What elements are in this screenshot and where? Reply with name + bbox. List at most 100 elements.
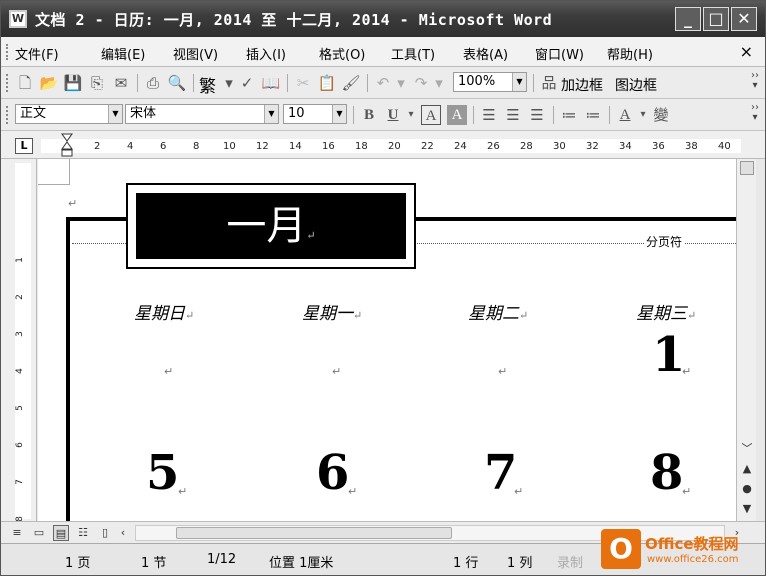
separator	[193, 74, 194, 92]
separator	[137, 74, 138, 92]
close-button[interactable]: ✕	[731, 7, 757, 31]
vertical-ruler-label: 5	[14, 405, 25, 411]
phonetic-guide-button[interactable]: 變	[651, 105, 671, 125]
scroll-down-icon[interactable]: ﹀	[739, 441, 755, 457]
vertical-scrollbar[interactable]: ﹀ ▲ ● ▼	[736, 159, 756, 521]
ruler-tick-label: 6	[160, 141, 167, 152]
numbering-icon[interactable]: ≔	[559, 105, 579, 125]
font-color-button[interactable]: A	[615, 105, 635, 125]
day-number[interactable]: 8	[650, 445, 683, 501]
day-number[interactable]: 5	[146, 445, 179, 501]
vertical-ruler[interactable]: 12345678	[1, 159, 37, 522]
undo-icon[interactable]: ↶	[373, 73, 393, 93]
bold-button[interactable]: B	[359, 105, 379, 125]
traditional-chinese-button[interactable]: 繁	[199, 72, 216, 97]
day-number[interactable]: 7	[484, 445, 517, 501]
menu-view[interactable]: 视图(V)	[173, 44, 218, 63]
redo-icon[interactable]: ↷	[411, 73, 431, 93]
character-border-button[interactable]: A	[421, 105, 441, 125]
outline-view-icon[interactable]: ☷	[75, 525, 91, 541]
menu-insert[interactable]: 插入(I)	[246, 44, 286, 63]
toolbar-options-icon[interactable]: ›› ▾	[751, 103, 759, 123]
font-select[interactable]: 宋体 ▼	[125, 104, 279, 124]
vertical-ruler-label: 6	[14, 442, 25, 448]
word-app-icon[interactable]: W	[9, 10, 27, 28]
new-document-icon[interactable]: 🗋	[15, 73, 35, 93]
status-record[interactable]: 录制	[557, 552, 583, 571]
dropdown-arrow-icon[interactable]: ▾	[219, 73, 239, 93]
office-logo-icon: O	[601, 529, 641, 569]
toolbar-options-icon[interactable]: ›› ▾	[751, 71, 759, 91]
save-icon[interactable]: 💾	[63, 73, 83, 93]
paste-icon[interactable]: 📋	[317, 73, 337, 93]
print-preview-icon[interactable]: 🔍	[167, 73, 187, 93]
ruler-tick-label: 8	[193, 141, 200, 152]
web-layout-icon[interactable]: ▭	[31, 525, 47, 541]
print-layout-icon[interactable]: ▤	[53, 525, 69, 541]
redo-dropdown-icon[interactable]: ▾	[429, 73, 449, 93]
center-align-icon[interactable]: ☰	[503, 105, 523, 125]
menu-table[interactable]: 表格(A)	[463, 44, 508, 63]
undo-dropdown-icon[interactable]: ▾	[391, 73, 411, 93]
font-size-select[interactable]: 10 ▼	[283, 104, 347, 124]
document-area[interactable]: ↵ 分页符 一月↵ 星期日↵ 星期一↵ 星期二↵ 星期三↵ ↵ ↵ ↵ 1 ↵ …	[38, 159, 736, 521]
bullets-icon[interactable]: ≔	[583, 105, 603, 125]
ruler-tick-label: 30	[553, 141, 566, 152]
close-document-icon[interactable]: ×	[740, 42, 753, 61]
month-title[interactable]: 一月↵	[136, 193, 406, 259]
org-chart-icon[interactable]: 品	[539, 73, 559, 93]
day-number[interactable]: 6	[316, 445, 349, 501]
menu-file[interactable]: 文件(F)	[15, 44, 59, 63]
scroll-up-button[interactable]	[740, 161, 754, 175]
underline-dropdown-icon[interactable]: ▾	[401, 105, 421, 125]
scroll-left-icon[interactable]: ‹	[115, 525, 131, 541]
chevron-down-icon[interactable]: ▼	[332, 105, 346, 123]
simplified-traditional-icon[interactable]: ✓	[237, 73, 257, 93]
menu-tools[interactable]: 工具(T)	[391, 44, 435, 63]
reading-layout-icon[interactable]: ▯	[97, 525, 113, 541]
chevron-down-icon[interactable]: ▼	[512, 73, 526, 91]
next-page-icon[interactable]: ▼	[739, 501, 755, 517]
format-painter-icon[interactable]: 🖌	[341, 73, 361, 93]
separator	[353, 106, 354, 124]
indent-marker-icon[interactable]	[61, 133, 73, 157]
separator	[533, 74, 534, 92]
browse-object-icon[interactable]: ●	[739, 481, 755, 497]
maximize-button[interactable]: □	[703, 7, 729, 31]
menu-window[interactable]: 窗口(W)	[535, 44, 584, 63]
email-icon[interactable]: ✉	[111, 73, 131, 93]
toolbar-grip[interactable]	[6, 44, 9, 60]
menu-help[interactable]: 帮助(H)	[607, 44, 653, 63]
ruler-tick-label: 16	[322, 141, 335, 152]
underline-button[interactable]: U	[383, 105, 403, 125]
print-icon[interactable]: ⎙	[143, 73, 163, 93]
character-shading-button[interactable]: A	[447, 105, 467, 125]
previous-page-icon[interactable]: ▲	[739, 461, 755, 477]
research-icon[interactable]: 📖	[261, 73, 281, 93]
chevron-down-icon[interactable]: ▼	[108, 105, 122, 123]
toolbar-grip[interactable]	[6, 106, 9, 124]
minimize-button[interactable]: _	[675, 7, 701, 31]
align-right-icon[interactable]: ☰	[527, 105, 547, 125]
menu-edit[interactable]: 编辑(E)	[101, 44, 145, 63]
normal-view-icon[interactable]: ≡	[9, 525, 25, 541]
menu-format[interactable]: 格式(O)	[319, 44, 365, 63]
permission-icon[interactable]: ⎘	[87, 73, 107, 93]
open-folder-icon[interactable]: 📂	[39, 73, 59, 93]
horizontal-ruler[interactable]: L 2 4 6 8 10 12 14 16 18 20 22 24 26 28 30 32 34 36 38 40	[1, 131, 765, 159]
zoom-select[interactable]: 100% ▼	[453, 72, 527, 92]
title-bar[interactable]: W 文档 2 - 日历: 一月, 2014 至 十二月, 2014 - Micr…	[1, 1, 765, 37]
chevron-down-icon[interactable]: ▼	[264, 105, 278, 123]
horizontal-scroll-thumb[interactable]	[176, 527, 452, 539]
month-title-frame[interactable]: 一月↵	[126, 183, 416, 269]
watermark-url: www.office26.com	[647, 554, 739, 565]
cut-icon[interactable]: ✂	[293, 73, 313, 93]
picture-border-button[interactable]: 图边框	[615, 75, 657, 95]
justify-icon[interactable]: ☰	[479, 105, 499, 125]
day-number[interactable]: 1	[652, 327, 685, 383]
tab-selector[interactable]: L	[15, 138, 33, 154]
add-border-button[interactable]: 加边框	[561, 75, 603, 95]
font-color-dropdown-icon[interactable]: ▾	[633, 105, 653, 125]
toolbar-grip[interactable]	[6, 74, 9, 92]
style-select[interactable]: 正文 ▼	[15, 104, 123, 124]
